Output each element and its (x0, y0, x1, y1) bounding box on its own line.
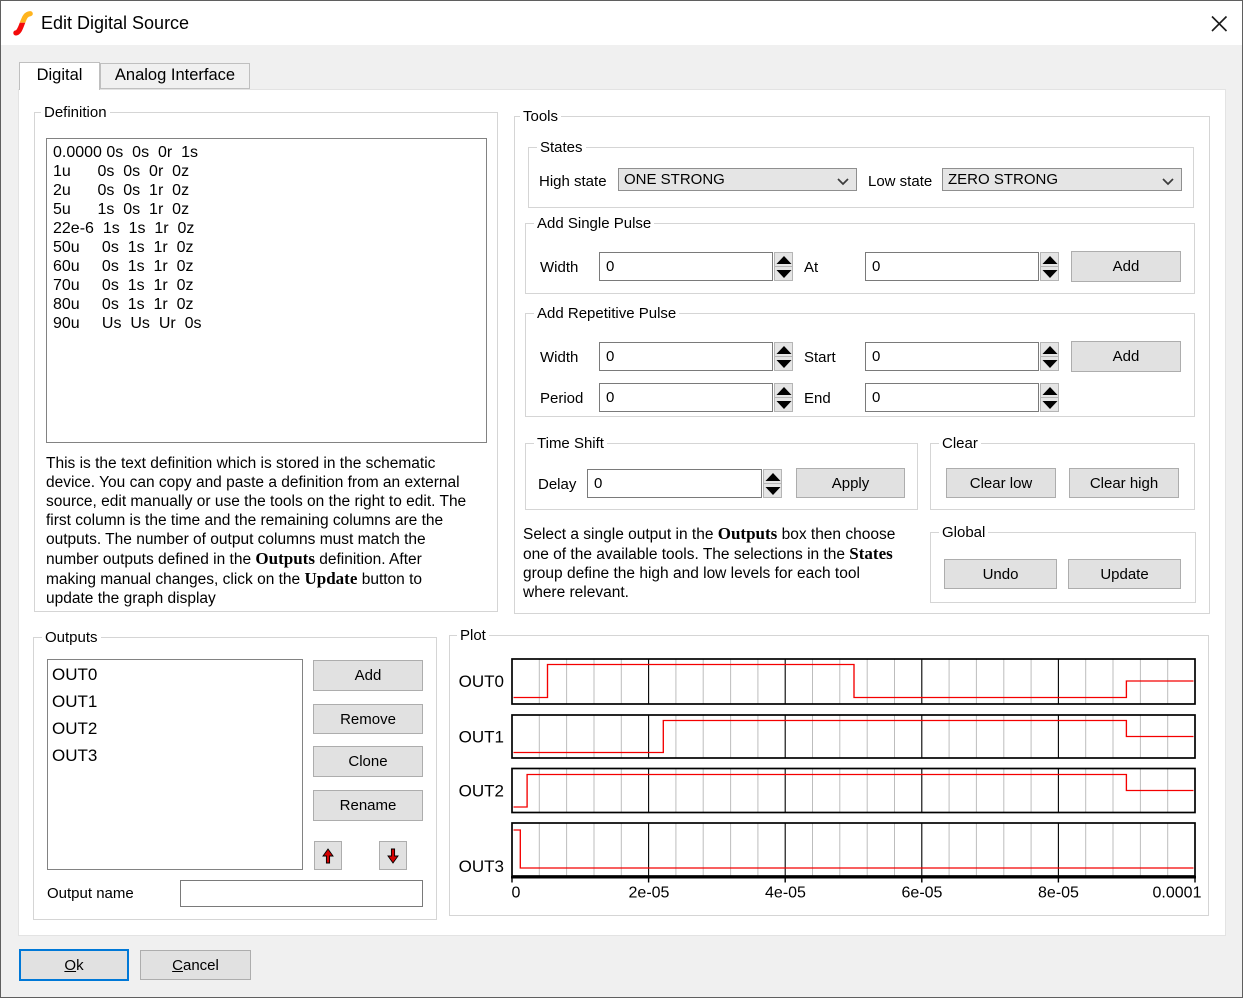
svg-text:OUT2: OUT2 (459, 782, 504, 801)
svg-text:6e-05: 6e-05 (902, 885, 943, 902)
svg-text:OUT0: OUT0 (459, 672, 504, 691)
svg-text:OUT1: OUT1 (459, 728, 504, 747)
svg-text:0.0001: 0.0001 (1153, 885, 1202, 902)
svg-text:8e-05: 8e-05 (1038, 885, 1079, 902)
svg-text:OUT3: OUT3 (459, 857, 504, 876)
svg-text:4e-05: 4e-05 (765, 885, 806, 902)
svg-text:2e-05: 2e-05 (629, 885, 670, 902)
svg-text:0: 0 (512, 885, 521, 902)
